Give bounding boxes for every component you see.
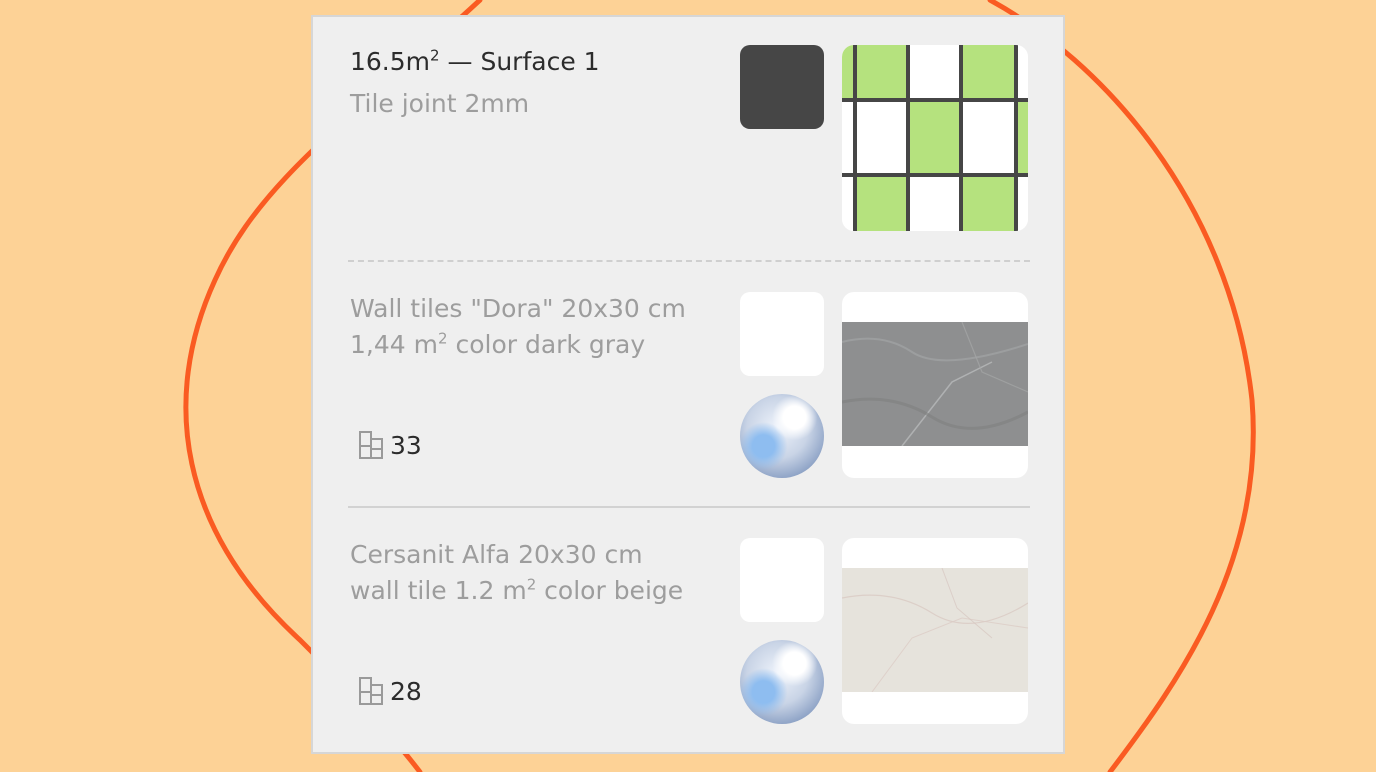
tile-texture-preview[interactable] [842, 538, 1028, 724]
tile-item[interactable]: Cersanit Alfa 20x30 cm wall tile 1.2 m2 … [313, 508, 1063, 754]
tile-name: Wall tiles "Dora" 20x30 cm [350, 294, 686, 323]
tiles-layout-icon [359, 677, 383, 705]
tile-count-value: 33 [390, 430, 422, 460]
tile-details: wall tile 1.2 m2 color beige [350, 575, 684, 605]
surface-pattern-preview[interactable] [842, 45, 1028, 231]
beige-marble-texture [842, 568, 1028, 692]
tile-color-swatch[interactable] [740, 538, 824, 622]
tile-details: 1,44 m2 color dark gray [350, 329, 646, 359]
tile-count-value: 28 [390, 676, 422, 706]
tile-count: 28 [358, 676, 422, 706]
glossy-sphere-icon[interactable] [740, 640, 824, 724]
tile-name: Cersanit Alfa 20x30 cm [350, 540, 643, 569]
tile-count: 33 [358, 430, 422, 460]
tile-item[interactable]: Wall tiles "Dora" 20x30 cm 1,44 m2 color… [313, 262, 1063, 506]
joint-color-swatch[interactable] [740, 45, 824, 129]
glossy-sphere-icon[interactable] [740, 394, 824, 478]
tile-color-swatch[interactable] [740, 292, 824, 376]
tile-calculation-panel: 16.5m2 — Surface 1 Tile joint 2mm Wall t… [311, 15, 1065, 754]
surface-title: 16.5m2 — Surface 1 [350, 46, 600, 76]
tiles-layout-icon [359, 431, 383, 459]
tile-texture-preview[interactable] [842, 292, 1028, 478]
tile-joint-label: Tile joint 2mm [350, 89, 530, 118]
surface-section: 16.5m2 — Surface 1 Tile joint 2mm [313, 17, 1063, 260]
checker-pattern-icon [842, 45, 1028, 231]
dark-gray-marble-texture [842, 322, 1028, 446]
